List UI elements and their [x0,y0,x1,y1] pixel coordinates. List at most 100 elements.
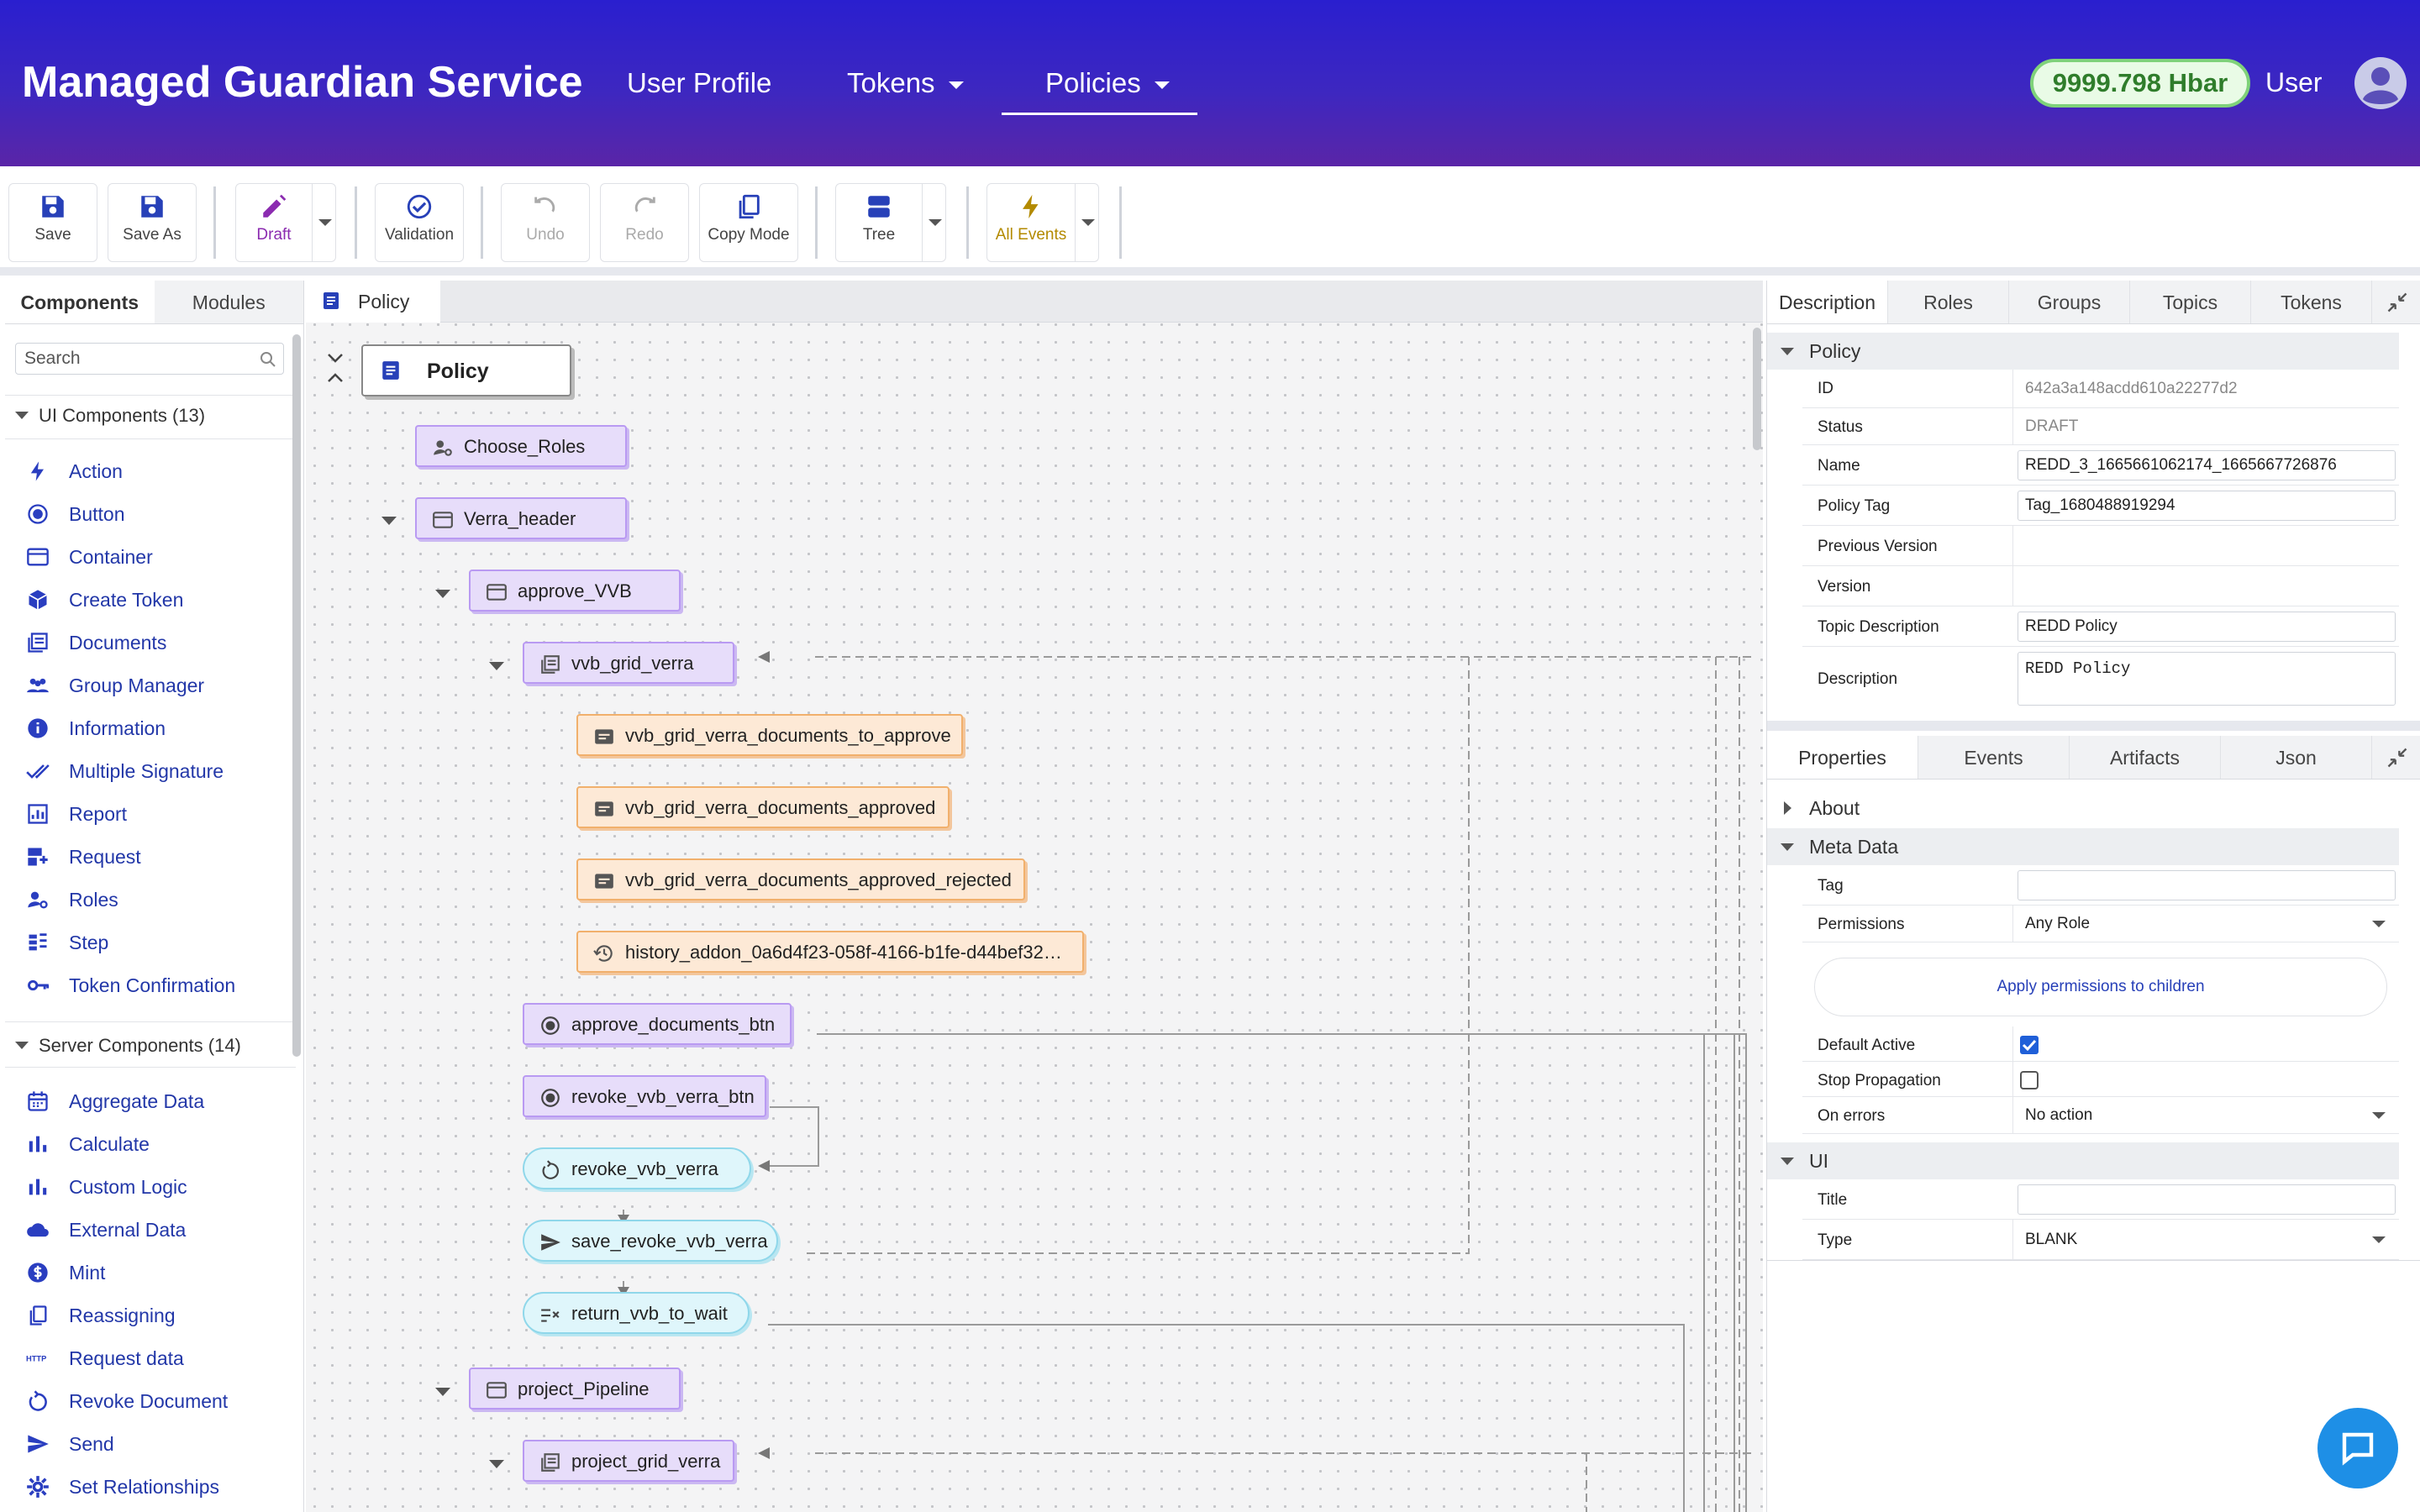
component-item-reassigning[interactable]: Reassigning [25,1301,176,1330]
node-documents-approved[interactable]: vvb_grid_verra_documents_approved [576,786,950,828]
node-choose-roles[interactable]: Choose_Roles [415,425,627,467]
tab-tokens[interactable]: Tokens [2251,281,2372,323]
node-vvb-grid-verra[interactable]: vvb_grid_verra [523,642,734,684]
title-input[interactable] [2018,1184,2396,1215]
collapse-toggle-icon[interactable] [435,1388,450,1396]
component-item-send[interactable]: Send [25,1430,114,1458]
tag-input[interactable] [2018,870,2396,900]
collapse-all-icon[interactable] [326,351,345,385]
tab-groups[interactable]: Groups [2009,281,2130,323]
component-item-set-relationships[interactable]: Set Relationships [25,1473,219,1501]
component-item-token-confirmation[interactable]: Token Confirmation [25,971,235,1000]
all-events-button[interactable]: All Events [986,183,1076,262]
node-label: project_grid_verra [571,1451,721,1472]
canvas-scrollbar[interactable] [1753,328,1761,450]
nav-user-profile[interactable]: User Profile [627,67,771,99]
node-revoke-vvb-verra-btn[interactable]: revoke_vvb_verra_btn [523,1075,766,1117]
draft-dropdown-button[interactable] [313,183,336,262]
component-item-documents[interactable]: Documents [25,628,166,657]
ui-section[interactable]: UI [1767,1142,2399,1179]
tab-roles[interactable]: Roles [1888,281,2009,323]
component-item-container[interactable]: Container [25,543,153,571]
node-verra-header[interactable]: Verra_header [415,497,627,539]
component-item-information[interactable]: Information [25,714,166,743]
component-item-group-manager[interactable]: Group Manager [25,671,204,700]
undo-button[interactable]: Undo [501,183,590,262]
nav-tokens[interactable]: Tokens [847,67,964,99]
on-errors-select[interactable]: No action [2012,1097,2399,1133]
save-button[interactable]: Save [8,183,97,262]
apply-permissions-button[interactable]: Apply permissions to children [1814,958,2387,1016]
description-textarea[interactable]: REDD Policy [2018,652,2396,706]
chat-button[interactable] [2317,1408,2398,1488]
server-components-section[interactable]: Server Components (14) [5,1035,241,1057]
node-project-pipeline[interactable]: project_Pipeline [469,1368,681,1410]
description-tabs: Description Roles Groups Topics Tokens [1767,281,2420,324]
tab-modules[interactable]: Modules [154,281,303,323]
collapse-panel-icon[interactable] [2386,291,2409,314]
node-approve-vvb[interactable]: approve_VVB [469,570,681,612]
tab-json[interactable]: Json [2221,736,2372,779]
component-item-step[interactable]: Step [25,928,108,957]
search-input[interactable]: Search [15,343,284,375]
tab-events[interactable]: Events [1918,736,2070,779]
component-item-report[interactable]: Report [25,800,127,828]
node-approve-documents-btn[interactable]: approve_documents_btn [523,1003,792,1045]
component-item-custom-logic[interactable]: Custom Logic [25,1173,187,1201]
node-documents-to-approve[interactable]: vvb_grid_verra_documents_to_approve [576,714,963,756]
node-documents-approved-rejected[interactable]: vvb_grid_verra_documents_approved_reject… [576,858,1025,900]
tab-artifacts[interactable]: Artifacts [2070,736,2221,779]
tab-description[interactable]: Description [1767,281,1888,323]
name-input[interactable]: REDD_3_1665661062174_1665667726876 [2018,450,2396,480]
component-item-aggregate-data[interactable]: Aggregate Data [25,1087,204,1116]
tab-topics[interactable]: Topics [2130,281,2251,323]
component-item-revoke-document[interactable]: Revoke Document [25,1387,228,1415]
nav-policies[interactable]: Policies [1045,67,1170,99]
component-item-mint[interactable]: Mint [25,1258,105,1287]
component-item-create-token[interactable]: Create Token [25,585,183,614]
tab-components[interactable]: Components [5,281,155,323]
component-item-multiple-signature[interactable]: Multiple Signature [25,757,224,785]
collapse-panel-icon[interactable] [2386,746,2409,769]
save-as-button[interactable]: Save As [108,183,197,262]
meta-data-section[interactable]: Meta Data [1767,828,2399,865]
collapse-toggle-icon[interactable] [381,517,397,525]
node-project-grid-verra[interactable]: project_grid_verra [523,1440,734,1482]
component-item-action[interactable]: Action [25,457,123,486]
policy-tag-input[interactable]: Tag_1680488919294 [2018,491,2396,521]
policy-canvas[interactable]: Policy Policy Choose_Roles Verra_header … [306,281,1763,1512]
component-item-calculate[interactable]: Calculate [25,1130,150,1158]
validation-button[interactable]: Validation [375,183,464,262]
node-save-revoke-vvb-verra[interactable]: save_revoke_vvb_verra [523,1220,778,1262]
about-section[interactable]: About [1767,790,2399,827]
tree-button[interactable]: Tree [835,183,923,262]
component-item-request-data[interactable]: HTTP Request data [25,1344,184,1373]
permissions-select[interactable]: Any Role [2012,906,2399,942]
node-policy[interactable]: Policy [361,344,571,396]
all-events-dropdown-button[interactable] [1076,183,1099,262]
redo-button[interactable]: Redo [600,183,689,262]
avatar-icon[interactable] [2353,55,2408,111]
collapse-toggle-icon[interactable] [489,662,504,670]
tree-dropdown-button[interactable] [923,183,946,262]
type-select[interactable]: BLANK [2012,1220,2399,1259]
component-item-button[interactable]: Button [25,500,125,528]
toolbar-divider [966,186,969,259]
tab-properties[interactable]: Properties [1767,736,1918,779]
default-active-checkbox[interactable] [2019,1035,2039,1055]
left-scrollbar[interactable] [292,334,301,1057]
component-item-external-data[interactable]: External Data [25,1215,186,1244]
copy-mode-button[interactable]: Copy Mode [699,183,798,262]
component-item-request[interactable]: Request [25,843,141,871]
topic-description-input[interactable]: REDD Policy [2018,612,2396,642]
node-history-addon[interactable]: history_addon_0a6d4f23-058f-4166-b1fe-d4… [576,931,1084,973]
node-revoke-vvb-verra[interactable]: revoke_vvb_verra [523,1147,751,1189]
policy-section[interactable]: Policy [1767,333,2399,370]
collapse-toggle-icon[interactable] [489,1460,504,1468]
component-item-roles[interactable]: Roles [25,885,118,914]
draft-button[interactable]: Draft [235,183,313,262]
collapse-toggle-icon[interactable] [435,590,450,598]
node-return-vvb-to-wait[interactable]: return_vvb_to_wait [523,1292,750,1334]
stop-propagation-checkbox[interactable] [2019,1070,2039,1090]
ui-components-section[interactable]: UI Components (13) [5,405,205,427]
